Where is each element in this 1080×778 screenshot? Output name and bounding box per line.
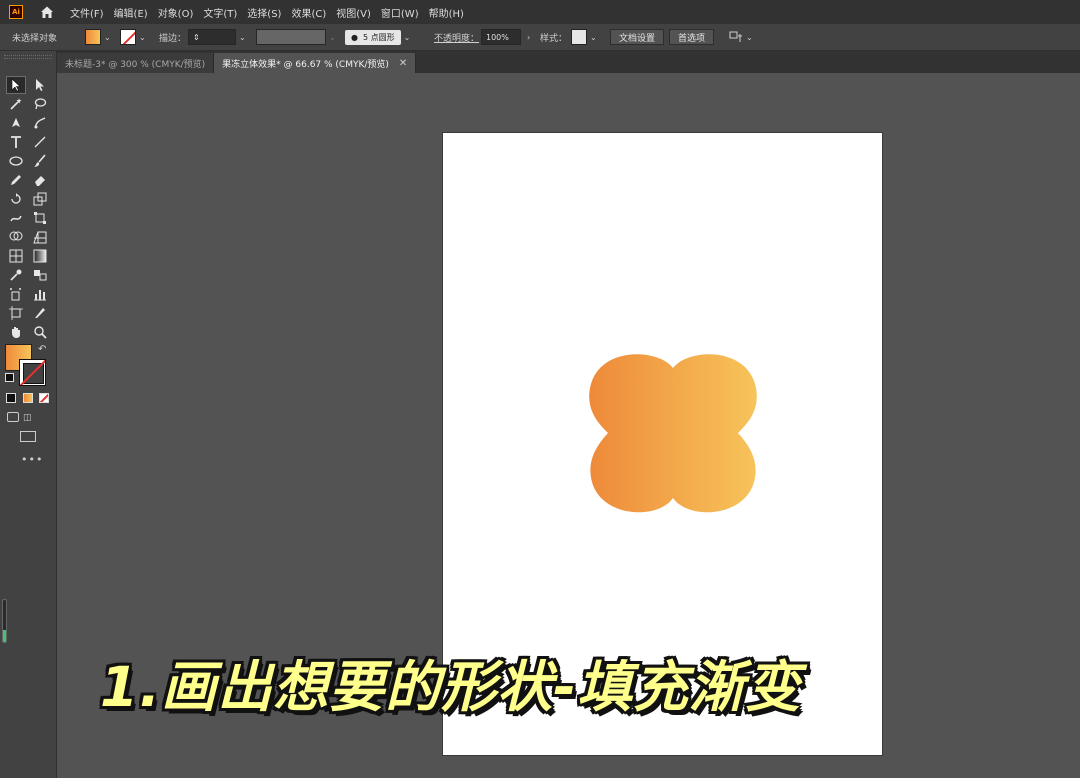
- symbol-sprayer-tool-icon[interactable]: [7, 286, 25, 302]
- color-mode-icon[interactable]: [6, 393, 16, 403]
- zoom-tool-icon[interactable]: [31, 324, 49, 340]
- tab-untitled-3[interactable]: 未标题-3* @ 300 % (CMYK/预览): [57, 53, 215, 73]
- preferences-button[interactable]: 首选项: [669, 29, 715, 45]
- opacity-control[interactable]: 100% ›: [481, 28, 530, 46]
- panel-grip[interactable]: [4, 55, 52, 59]
- style-swatch[interactable]: [571, 29, 587, 45]
- variable-width-field[interactable]: ⌄: [256, 28, 336, 46]
- menu-bar: Ai 文件(F) 编辑(E) 对象(O) 文字(T) 选择(S) 效果(C) 视…: [0, 0, 1080, 24]
- shape-builder-tool-icon[interactable]: [7, 229, 25, 245]
- eyedropper-tool-icon[interactable]: [7, 267, 25, 283]
- ellipse-tool-icon[interactable]: [7, 153, 25, 169]
- chevron-down-icon[interactable]: ⌄: [404, 33, 411, 42]
- stroke-color-swatch[interactable]: [19, 359, 46, 386]
- tutorial-caption: 1.画出想要的形状-填充渐变: [100, 655, 801, 719]
- app-logo: Ai: [9, 5, 23, 19]
- stroke-swatch-small[interactable]: [120, 29, 136, 45]
- tab-label: 未标题-3* @ 300 % (CMYK/预览): [65, 59, 206, 70]
- panel-scroll-indicator[interactable]: [2, 599, 7, 643]
- control-bar: 未选择对象 ⌄ ⌄ 描边： ⇕ ⌄ ⌄ ● 5 点圆形 ⌄ 不透明度： 100% › 样…: [0, 24, 1080, 51]
- draw-normal-icon[interactable]: [7, 412, 19, 422]
- menu-edit[interactable]: 编辑(E): [114, 5, 148, 20]
- hand-tool-icon[interactable]: [7, 324, 25, 340]
- gradient-tool-icon[interactable]: [31, 248, 49, 264]
- magic-wand-tool-icon[interactable]: [7, 96, 25, 112]
- gradient-mode-icon[interactable]: [23, 393, 33, 403]
- selection-status: 未选择对象: [12, 33, 58, 44]
- menu-object[interactable]: 对象(O): [158, 5, 194, 20]
- more-tools-icon[interactable]: •••: [21, 453, 43, 466]
- home-icon[interactable]: [39, 4, 55, 20]
- swap-fill-stroke-icon[interactable]: ↶: [38, 344, 46, 355]
- chevron-down-icon[interactable]: ⌄: [104, 33, 111, 42]
- direct-selection-tool-icon[interactable]: [31, 77, 49, 93]
- chevron-down-icon[interactable]: ⌄: [590, 33, 597, 42]
- menu-window[interactable]: 窗口(W): [381, 5, 419, 20]
- document-setup-button[interactable]: 文档设置: [610, 29, 665, 45]
- menu-view[interactable]: 视图(V): [336, 5, 371, 20]
- stroke-weight-field[interactable]: ⇕ ⌄: [188, 28, 246, 46]
- arrange-icon[interactable]: [729, 30, 743, 44]
- stroke-weight-input[interactable]: ⇕: [188, 29, 236, 45]
- tab-jelly-3d-effect[interactable]: 果冻立体效果* @ 66.67 % (CMYK/预览) ✕: [214, 53, 417, 73]
- fill-control[interactable]: ⌄: [85, 28, 111, 46]
- perspective-grid-tool-icon[interactable]: [31, 229, 49, 245]
- brush-control[interactable]: ● 5 点圆形 ⌄: [345, 28, 410, 46]
- tools-panel: ↶ ◫ •••: [0, 51, 57, 778]
- close-icon[interactable]: ✕: [399, 58, 407, 69]
- chevron-down-icon[interactable]: ⌄: [139, 33, 146, 42]
- menu-select[interactable]: 选择(S): [247, 5, 281, 20]
- stroke-control[interactable]: ⌄: [120, 28, 146, 46]
- pencil-tool-icon[interactable]: [7, 172, 25, 188]
- variable-width-input[interactable]: [256, 29, 326, 45]
- arrange-documents-control[interactable]: ⌄: [729, 28, 753, 46]
- default-fill-stroke-icon[interactable]: [5, 373, 14, 382]
- opacity-label[interactable]: 不透明度：: [434, 28, 479, 46]
- rotate-tool-icon[interactable]: [7, 191, 25, 207]
- slice-tool-icon[interactable]: [31, 305, 49, 321]
- fill-swatch-small[interactable]: [85, 29, 101, 45]
- menu-help[interactable]: 帮助(H): [429, 5, 464, 20]
- chevron-down-icon[interactable]: ⌄: [746, 33, 753, 42]
- mesh-tool-icon[interactable]: [7, 248, 25, 264]
- warp-tool-icon[interactable]: [7, 210, 25, 226]
- brush-definition[interactable]: ● 5 点圆形: [345, 29, 401, 45]
- curvature-tool-icon[interactable]: [31, 115, 49, 131]
- document-tab-bar: 未标题-3* @ 300 % (CMYK/预览) 果冻立体效果* @ 66.67…: [57, 51, 1080, 73]
- none-mode-icon[interactable]: [39, 393, 49, 403]
- artboard-tool-icon[interactable]: [7, 305, 25, 321]
- chevron-down-icon[interactable]: ⌄: [239, 33, 246, 42]
- free-transform-tool-icon[interactable]: [31, 210, 49, 226]
- style-control[interactable]: ⌄: [571, 28, 597, 46]
- opacity-input[interactable]: 100%: [481, 29, 521, 45]
- selection-tool-icon[interactable]: [6, 76, 26, 94]
- chevron-right-icon[interactable]: ›: [527, 33, 530, 42]
- style-label: 样式：: [540, 33, 568, 44]
- type-tool-icon[interactable]: [7, 134, 25, 150]
- line-tool-icon[interactable]: [31, 134, 49, 150]
- menu-type[interactable]: 文字(T): [203, 5, 237, 20]
- paintbrush-tool-icon[interactable]: [31, 153, 49, 169]
- column-graph-tool-icon[interactable]: [31, 286, 49, 302]
- scale-tool-icon[interactable]: [31, 191, 49, 207]
- gradient-flower-shape[interactable]: [588, 348, 758, 518]
- pen-tool-icon[interactable]: [7, 115, 25, 131]
- menu-file[interactable]: 文件(F): [70, 5, 104, 20]
- menu-items: 文件(F) 编辑(E) 对象(O) 文字(T) 选择(S) 效果(C) 视图(V…: [70, 5, 474, 20]
- tab-label: 果冻立体效果* @ 66.67 % (CMYK/预览): [222, 59, 389, 70]
- screen-mode-icon[interactable]: [20, 431, 36, 442]
- draw-behind-icon[interactable]: ◫: [23, 413, 32, 423]
- lasso-tool-icon[interactable]: [31, 96, 49, 112]
- stroke-label: 描边：: [159, 33, 187, 44]
- menu-effect[interactable]: 效果(C): [291, 5, 326, 20]
- eraser-tool-icon[interactable]: [31, 172, 49, 188]
- chevron-down-icon[interactable]: ⌄: [329, 33, 336, 42]
- blend-tool-icon[interactable]: [31, 267, 49, 283]
